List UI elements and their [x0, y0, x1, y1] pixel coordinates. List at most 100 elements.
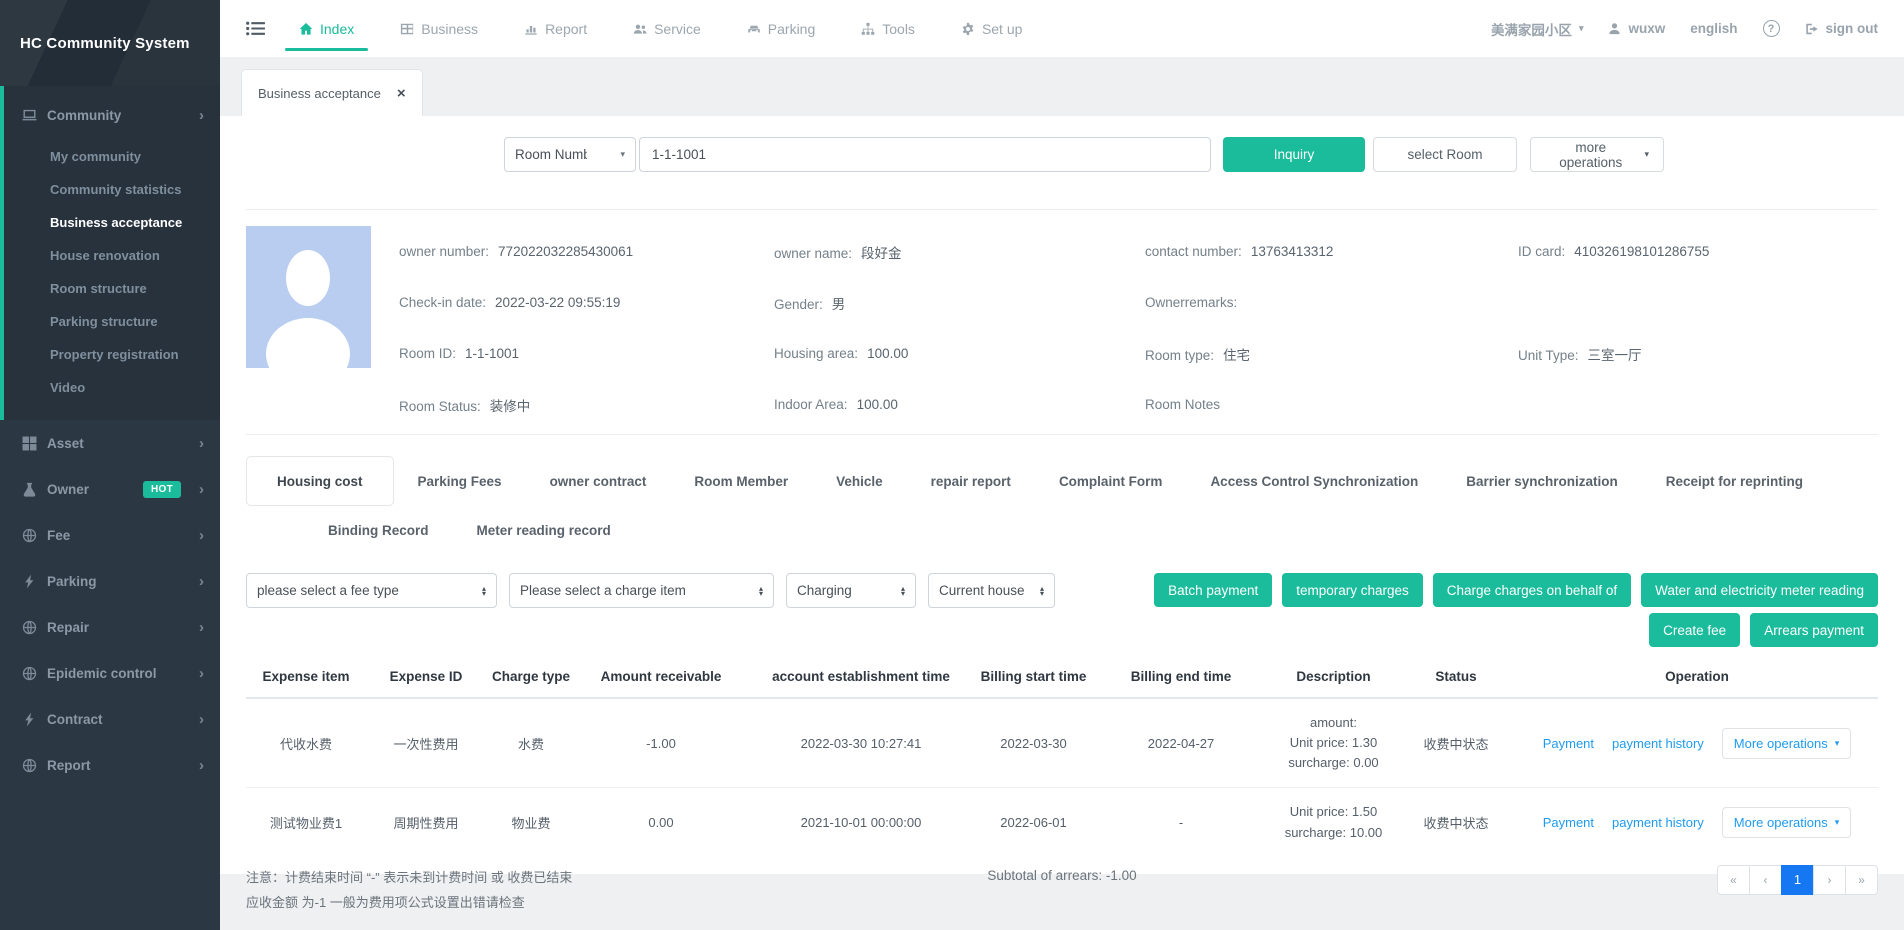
select-arrows-icon: ▴▾ [472, 586, 486, 596]
payment-link[interactable]: Payment [1543, 736, 1594, 751]
payment-history-link[interactable]: payment history [1612, 736, 1704, 751]
fee-type-select[interactable]: please select a fee type ▴▾ [246, 573, 497, 608]
sidebar-item-house-renovation[interactable]: House renovation [4, 239, 220, 272]
sidebar-group-report[interactable]: Report › [0, 742, 220, 788]
sidebar-group-fee[interactable]: Fee › [0, 512, 220, 558]
sidebar-group-community[interactable]: Community › [4, 92, 220, 138]
help-icon[interactable] [1763, 20, 1780, 37]
tab-complaint-form[interactable]: Complaint Form [1035, 474, 1187, 489]
table-row: 代收水费 一次性费用 水费 -1.00 2022-03-30 10:27:41 … [246, 698, 1878, 788]
arrears-payment-button[interactable]: Arrears payment [1750, 613, 1878, 647]
tab-access-control-synchronization[interactable]: Access Control Synchronization [1186, 474, 1442, 489]
topnav-report[interactable]: Report [524, 0, 587, 57]
user-menu[interactable]: wuxw [1608, 21, 1665, 36]
charging-select[interactable]: Charging ▴▾ [786, 573, 916, 608]
column-header: Billing end time [1091, 659, 1271, 698]
fee-filter-bar: please select a fee type ▴▾ Please selec… [246, 573, 1878, 647]
search-input[interactable] [639, 137, 1211, 172]
car-icon [747, 22, 761, 36]
batch-payment-button[interactable]: Batch payment [1154, 573, 1272, 607]
sidebar-item-video[interactable]: Video [4, 371, 220, 404]
sidebar-item-parking-structure[interactable]: Parking structure [4, 305, 220, 338]
page-number-button[interactable]: 1 [1781, 865, 1814, 895]
users-icon [633, 22, 647, 36]
tab-room-member[interactable]: Room Member [670, 474, 812, 489]
fee-actions: Batch payment temporary charges Charge cha… [1154, 573, 1878, 647]
select-arrows-icon: ▴▾ [1030, 586, 1044, 596]
page-next-button[interactable]: › [1813, 865, 1846, 895]
tab-housing-cost[interactable]: Housing cost [246, 456, 394, 506]
menu-toggle-icon[interactable] [246, 19, 265, 38]
sidebar-group-owner[interactable]: Owner HOT › [0, 466, 220, 512]
chevron-right-icon: › [199, 574, 204, 589]
tab-business-acceptance[interactable]: Business acceptance × [241, 69, 423, 116]
sidebar-group-parking[interactable]: Parking › [0, 558, 220, 604]
sidebar-item-business-acceptance[interactable]: Business acceptance [4, 206, 220, 239]
globe-icon [22, 758, 37, 773]
chevron-right-icon: › [199, 108, 204, 123]
owner-field: contact number: 13763413312 [1145, 244, 1518, 259]
temporary-charges-button[interactable]: temporary charges [1282, 573, 1423, 607]
owner-field: Check-in date: 2022-03-22 09:55:19 [399, 295, 774, 310]
payment-link[interactable]: Payment [1543, 815, 1594, 830]
topnav-index[interactable]: Index [299, 0, 354, 57]
sidebar-item-community-statistics[interactable]: Community statistics [4, 173, 220, 206]
column-header: Charge type [486, 659, 576, 698]
caret-down-icon: ▾ [620, 150, 625, 159]
topnav-set-up[interactable]: Set up [961, 0, 1022, 57]
page-last-button[interactable]: » [1845, 865, 1878, 895]
community-selector[interactable]: 美满家园小区 ▾ [1491, 19, 1584, 39]
home-icon [299, 22, 313, 36]
tab-strip: Business acceptance × [220, 57, 1904, 116]
tab-vehicle[interactable]: Vehicle [812, 474, 907, 489]
sidebar-item-my-community[interactable]: My community [4, 140, 220, 173]
column-header: Expense ID [366, 659, 486, 698]
more-operations-dropdown[interactable]: more operations ▾ [1530, 137, 1664, 172]
house-select[interactable]: Current house ▴▾ [928, 573, 1055, 608]
owner-field: owner number: 772022032285430061 [399, 244, 774, 259]
more-operations-button[interactable]: More operations▾ [1722, 728, 1851, 759]
chevron-right-icon: › [199, 436, 204, 451]
topnav-business[interactable]: Business [400, 0, 478, 57]
tab-owner-contract[interactable]: owner contract [526, 474, 671, 489]
sidebar-submenu: My communityCommunity statisticsBusiness… [4, 138, 220, 408]
desktop-icon [22, 108, 37, 123]
create-fee-button[interactable]: Create fee [1649, 613, 1740, 647]
tab-barrier-synchronization[interactable]: Barrier synchronization [1442, 474, 1642, 489]
tab-binding-record[interactable]: Binding Record [304, 523, 453, 538]
tab-parking-fees[interactable]: Parking Fees [394, 474, 526, 489]
page-first-button[interactable]: « [1717, 865, 1750, 895]
inquiry-button[interactable]: Inquiry [1223, 137, 1365, 172]
sidebar-item-room-structure[interactable]: Room structure [4, 272, 220, 305]
bolt-icon [22, 712, 37, 727]
tab-receipt-for-reprinting[interactable]: Receipt for reprinting [1642, 474, 1827, 489]
caret-down-icon: ▾ [1579, 24, 1584, 33]
search-field-select[interactable]: Room Number ▾ [504, 137, 636, 172]
close-icon[interactable]: × [397, 86, 406, 101]
tab-meter-reading-record[interactable]: Meter reading record [453, 523, 635, 538]
globe-icon [22, 528, 37, 543]
sidebar-item-property-registration[interactable]: Property registration [4, 338, 220, 371]
topnav-parking[interactable]: Parking [747, 0, 815, 57]
owner-field: Ownerremarks: [1145, 295, 1518, 310]
topnav-service[interactable]: Service [633, 0, 701, 57]
sidebar-group-contract[interactable]: Contract › [0, 696, 220, 742]
charge-charges-on-behalf-of-button[interactable]: Charge charges on behalf of [1433, 573, 1631, 607]
charge-item-select[interactable]: Please select a charge item ▴▾ [509, 573, 774, 608]
water-and-electricity-meter-reading-button[interactable]: Water and electricity meter reading [1641, 573, 1878, 607]
select-room-button[interactable]: select Room [1373, 137, 1517, 172]
topnav-tools[interactable]: Tools [861, 0, 915, 57]
sidebar-group-epidemic-control[interactable]: Epidemic control › [0, 650, 220, 696]
tab-repair-report[interactable]: repair report [907, 474, 1035, 489]
caret-down-icon: ▾ [1644, 150, 1649, 159]
sign-out-button[interactable]: sign out [1805, 21, 1879, 36]
payment-history-link[interactable]: payment history [1612, 815, 1704, 830]
more-operations-button[interactable]: More operations▾ [1722, 807, 1851, 838]
owner-field: Unit Type: 三室一厅 [1518, 344, 1878, 364]
sidebar: HC Community System Community › My commu… [0, 0, 220, 930]
sidebar-group-asset[interactable]: Asset › [0, 420, 220, 466]
globe-icon [22, 666, 37, 681]
page-prev-button[interactable]: ‹ [1749, 865, 1782, 895]
sidebar-group-repair[interactable]: Repair › [0, 604, 220, 650]
language-switch[interactable]: english [1690, 21, 1737, 36]
